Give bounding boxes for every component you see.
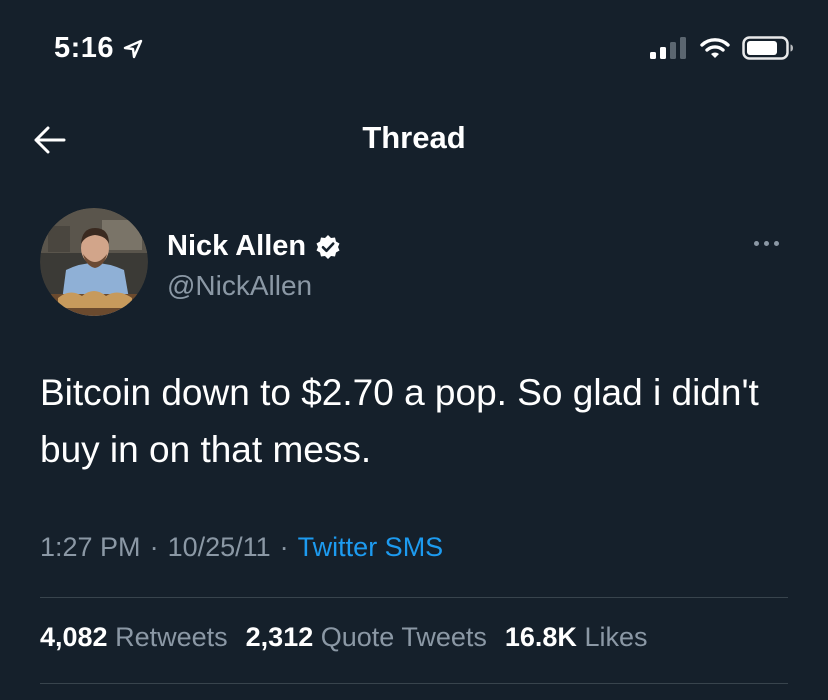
battery-icon bbox=[742, 36, 793, 60]
meta-separator: · bbox=[279, 532, 289, 562]
status-bar: 5:16 bbox=[0, 0, 828, 96]
verified-badge-icon bbox=[316, 234, 340, 259]
quote-tweets-count: 2,312 bbox=[245, 622, 314, 652]
quote-tweets-stat[interactable]: 2,312 Quote Tweets bbox=[246, 622, 487, 653]
wifi-icon bbox=[700, 38, 730, 58]
status-time-label: 5:16 bbox=[54, 32, 115, 64]
more-options-icon bbox=[753, 240, 759, 246]
retweets-label: Retweets bbox=[115, 622, 228, 652]
page-title: Thread bbox=[362, 120, 466, 155]
quote-tweets-label: Quote Tweets bbox=[320, 622, 487, 652]
status-icons bbox=[650, 36, 794, 60]
tweet-metadata: 1:27 PM · 10/25/11 · Twitter SMS bbox=[40, 532, 443, 563]
divider bbox=[40, 683, 788, 684]
tweet-author: Nick Allen @NickAllen bbox=[40, 208, 788, 318]
tweet-text: Bitcoin down to $2.70 a pop. So glad i d… bbox=[40, 372, 759, 470]
status-time: 5:16 bbox=[54, 32, 144, 65]
divider bbox=[40, 597, 788, 598]
cellular-signal-icon bbox=[650, 37, 686, 59]
author-handle[interactable]: @NickAllen bbox=[167, 270, 312, 302]
avatar[interactable] bbox=[40, 208, 148, 316]
likes-count: 16.8K bbox=[504, 622, 577, 652]
more-options-button[interactable] bbox=[748, 236, 784, 250]
tweet-time: 1:27 PM bbox=[40, 532, 141, 562]
location-arrow-icon bbox=[123, 39, 143, 58]
likes-stat[interactable]: 16.8K Likes bbox=[505, 622, 648, 653]
author-name-label: Nick Allen bbox=[167, 230, 307, 262]
likes-label: Likes bbox=[584, 622, 648, 652]
nav-bar: Thread bbox=[0, 100, 828, 180]
engagement-stats: 4,082 Retweets 2,312 Quote Tweets 16.8K … bbox=[40, 622, 665, 653]
meta-separator: · bbox=[149, 532, 159, 562]
retweets-count: 4,082 bbox=[40, 622, 108, 652]
avatar-photo bbox=[40, 208, 148, 316]
tweet-source-link[interactable]: Twitter SMS bbox=[298, 532, 444, 563]
retweets-stat[interactable]: 4,082 Retweets bbox=[40, 622, 228, 653]
tweet-date: 10/25/11 bbox=[167, 532, 271, 562]
author-name[interactable]: Nick Allen bbox=[167, 230, 341, 263]
